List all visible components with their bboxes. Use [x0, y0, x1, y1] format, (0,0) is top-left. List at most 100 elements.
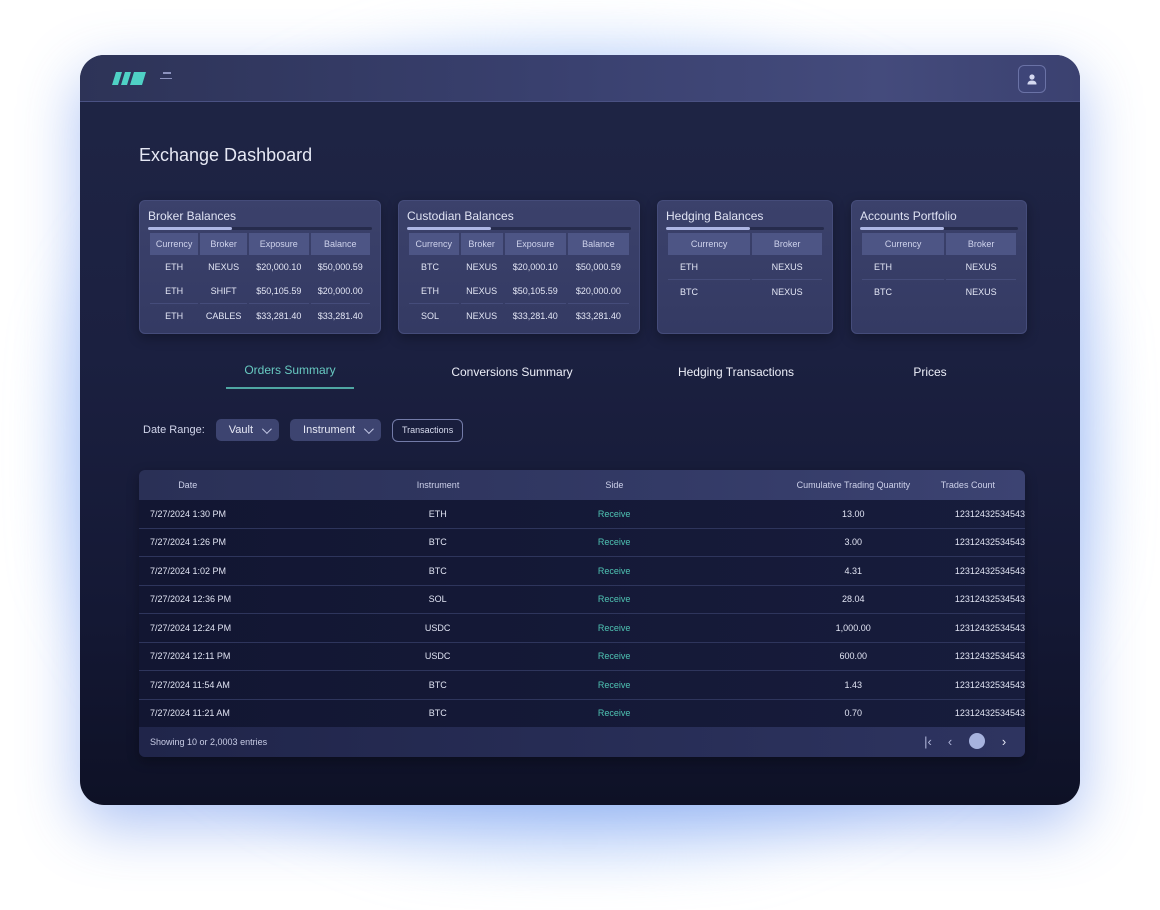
card-title: Accounts Portfolio: [860, 209, 957, 223]
cell-trades-count: 12312432534543: [954, 565, 1025, 576]
instrument-dropdown-label: Instrument: [303, 424, 355, 436]
tab-prices[interactable]: Prices: [890, 357, 970, 389]
table-row: ETH CABLES $33,281.40 $33,281.40: [150, 303, 370, 327]
cell-date: 7/27/2024 1:02 PM: [150, 565, 227, 576]
app-window: Exchange Dashboard Broker Balances Curre…: [80, 55, 1080, 805]
cell-exposure: $33,281.40: [249, 303, 309, 327]
cell-currency: BTC: [862, 279, 945, 303]
column-header-side[interactable]: Side: [560, 480, 669, 490]
cell-trades-count: 12312432534543: [954, 651, 1025, 662]
cell-currency: ETH: [165, 286, 184, 296]
cell-exposure: $33,281.40: [504, 303, 566, 327]
cell-trades-count: 12312432534543: [954, 594, 1025, 605]
column-header[interactable]: Currency: [862, 233, 945, 255]
cell-broker: NEXUS: [965, 262, 997, 272]
column-header[interactable]: Currency: [409, 233, 459, 255]
column-header[interactable]: Currency: [668, 233, 751, 255]
cell-side: Receive: [597, 537, 631, 548]
custodian-balances-card: Custodian Balances Currency Broker Expos…: [398, 200, 640, 334]
cell-trades-count: 12312432534543: [954, 537, 1025, 548]
chevron-right-icon[interactable]: ›: [993, 734, 1015, 749]
instrument-dropdown[interactable]: Instrument: [290, 419, 381, 441]
column-header[interactable]: Broker: [200, 233, 248, 255]
cell-instrument: BTC: [428, 565, 447, 576]
card-underline: [148, 227, 372, 230]
top-bar: [80, 55, 1080, 102]
table-row[interactable]: 7/27/2024 1:02 PM BTC Receive 4.31 123124325…: [139, 557, 1025, 586]
table-row: SOL NEXUS $33,281.40 $33,281.40: [409, 303, 629, 327]
page-title: Exchange Dashboard: [139, 145, 313, 165]
cell-date: 7/27/2024 12:24 PM: [150, 622, 232, 633]
tab-hedging-transactions[interactable]: Hedging Transactions: [656, 357, 816, 389]
first-page-icon[interactable]: |‹: [917, 734, 939, 749]
table-row: ETH NEXUS: [862, 255, 1016, 279]
column-header[interactable]: Exposure: [249, 233, 309, 255]
cell-instrument: ETH: [428, 508, 447, 519]
cell-broker: SHIFT: [210, 286, 237, 296]
column-header[interactable]: Broker: [752, 233, 822, 255]
cell-currency: ETH: [680, 262, 698, 272]
table-row[interactable]: 7/27/2024 12:36 PM SOL Receive 28.04 1231243…: [139, 585, 1025, 614]
card-underline: [407, 227, 631, 230]
table-row[interactable]: 7/27/2024 1:26 PM BTC Receive 3.00 123124325…: [139, 528, 1025, 557]
cell-balance: $50,000.59: [317, 262, 363, 272]
column-header-instrument[interactable]: Instrument: [383, 480, 492, 490]
cell-currency: ETH: [165, 262, 184, 272]
broker-balances-table: Currency Broker Exposure Balance ETH NEX…: [148, 233, 372, 327]
column-header[interactable]: Broker: [460, 233, 503, 255]
table-row: ETH NEXUS: [668, 255, 822, 279]
column-header[interactable]: Balance: [310, 233, 370, 255]
cell-balance: $20,000.00: [575, 286, 621, 296]
cell-side: Receive: [597, 622, 631, 633]
column-header[interactable]: Balance: [567, 233, 629, 255]
cell-side: Receive: [597, 508, 631, 519]
brand-logo-icon[interactable]: [112, 72, 146, 85]
cell-date: 7/27/2024 12:11 PM: [150, 651, 231, 662]
vault-dropdown[interactable]: Vault: [215, 419, 280, 441]
cell-exposure: $50,105.59: [256, 286, 302, 296]
cell-date: 7/27/2024 11:21 AM: [150, 708, 230, 719]
table-row[interactable]: 7/27/2024 11:21 AM BTC Receive 0.70 12312432…: [139, 699, 1025, 728]
chevron-down-icon: [363, 423, 374, 434]
table-row[interactable]: 7/27/2024 12:24 PM USDC Receive 1,000.00 123…: [139, 614, 1025, 643]
cell-side: Receive: [597, 679, 631, 690]
cell-instrument: BTC: [428, 708, 447, 719]
current-page-button[interactable]: [969, 733, 985, 749]
column-header[interactable]: Broker: [946, 233, 1016, 255]
table-row[interactable]: 7/27/2024 11:54 AM BTC Receive 1.43 12312432…: [139, 671, 1025, 700]
cell-trades-count: 12312432534543: [954, 679, 1025, 690]
table-row: ETH NEXUS $50,105.59 $20,000.00: [409, 279, 629, 303]
transactions-button[interactable]: Transactions: [392, 418, 464, 442]
cell-instrument: USDC: [424, 651, 451, 662]
cell-side: Receive: [597, 651, 631, 662]
tab-orders-summary[interactable]: Orders Summary: [226, 357, 354, 389]
cell-exposure: $50,105.59: [512, 286, 558, 296]
column-header[interactable]: Exposure: [504, 233, 566, 255]
cell-currency: BTC: [421, 262, 439, 272]
cell-broker: NEXUS: [752, 279, 822, 303]
cell-broker: NEXUS: [208, 262, 240, 272]
hedging-balances-card: Hedging Balances Currency Broker ETH NEX…: [657, 200, 833, 334]
table-row: BTC NEXUS: [862, 279, 1016, 303]
broker-balances-card: Broker Balances Currency Broker Exposure…: [139, 200, 381, 334]
cell-balance: $50,000.59: [575, 262, 621, 272]
cell-instrument: USDC: [424, 622, 451, 633]
hamburger-icon[interactable]: [160, 72, 174, 84]
column-header-trades-count[interactable]: Trades Count: [911, 480, 1025, 490]
cell-instrument: BTC: [428, 679, 447, 690]
chevron-left-icon[interactable]: ‹: [939, 734, 961, 749]
table-row[interactable]: 7/27/2024 1:30 PM ETH Receive 13.00 12312432…: [139, 500, 1025, 529]
user-menu-button[interactable]: [1018, 65, 1046, 93]
orders-table-footer: Showing 10 or 2,0003 entries |‹ ‹ ›: [139, 727, 1025, 757]
table-row: BTC NEXUS $20,000.10 $50,000.59: [409, 255, 629, 279]
card-title: Broker Balances: [148, 209, 237, 223]
cell-broker: NEXUS: [460, 303, 503, 327]
table-row: ETH NEXUS $20,000.10 $50,000.59: [150, 255, 370, 279]
tab-conversions-summary[interactable]: Conversions Summary: [432, 357, 592, 389]
cell-broker: NEXUS: [771, 262, 803, 272]
cell-balance: $33,281.40: [567, 303, 629, 327]
table-row[interactable]: 7/27/2024 12:11 PM USDC Receive 600.00 12312…: [139, 642, 1025, 671]
column-header-date[interactable]: Date: [139, 480, 236, 490]
cell-date: 7/27/2024 1:26 PM: [150, 537, 227, 548]
column-header[interactable]: Currency: [150, 233, 199, 255]
